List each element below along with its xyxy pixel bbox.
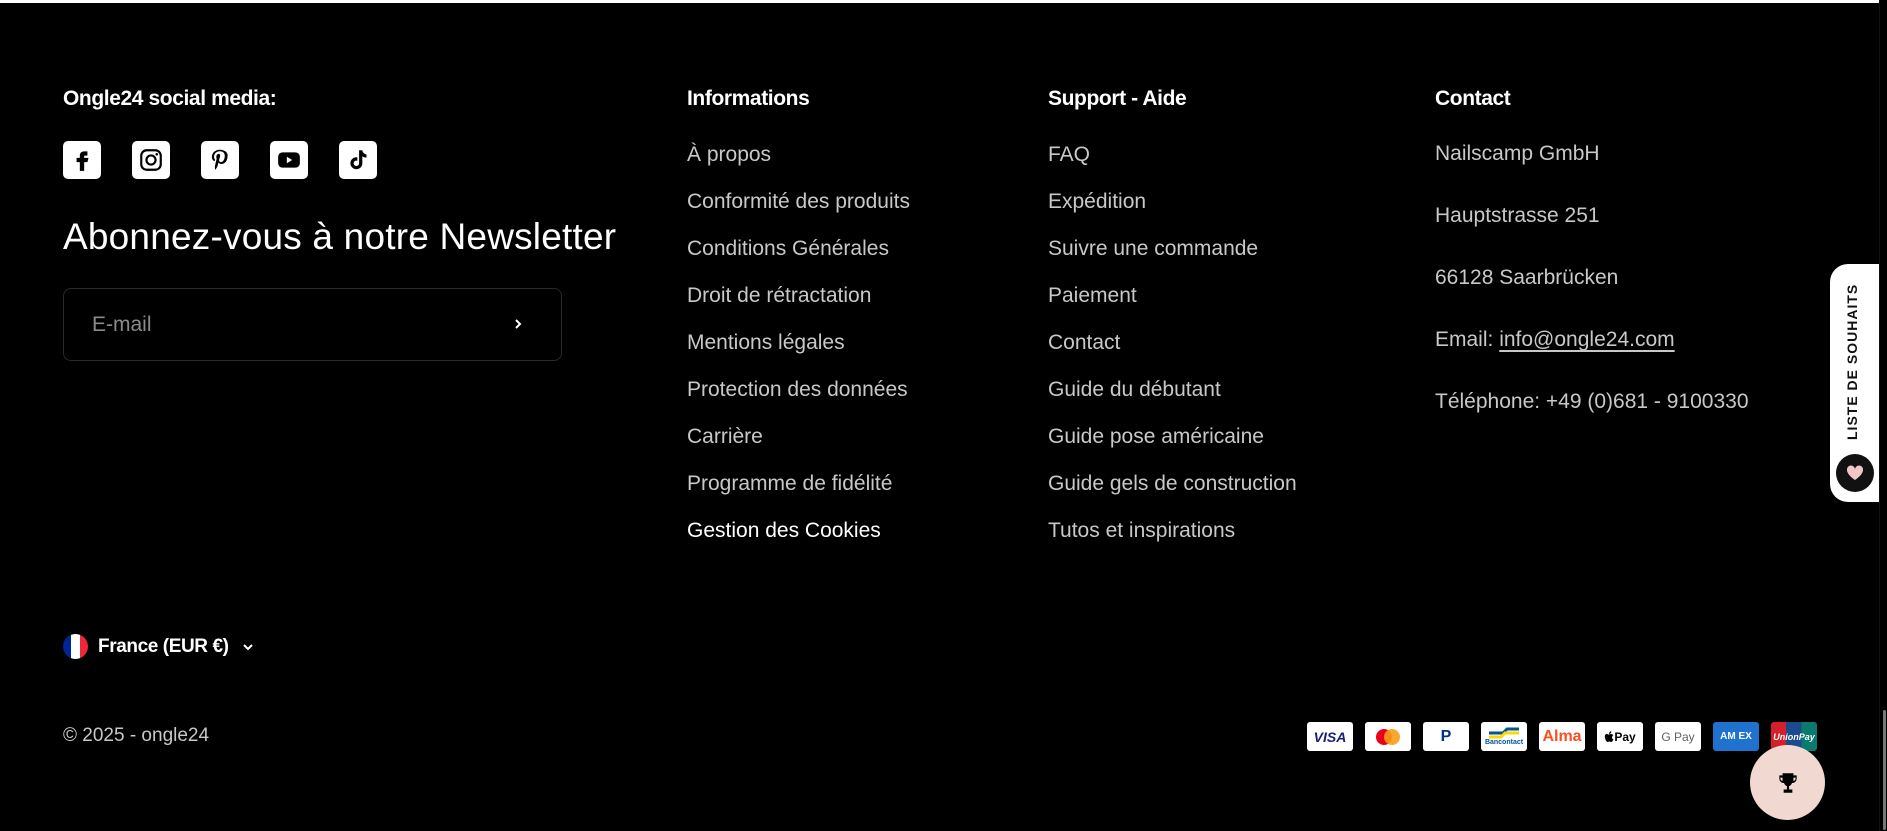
newsletter-form <box>63 288 562 361</box>
contact-email-link[interactable]: info@ongle24.com <box>1499 328 1674 351</box>
newsletter-submit-button[interactable] <box>505 311 531 337</box>
footer-link-guide-gels[interactable]: Guide gels de construction <box>1048 460 1297 507</box>
instagram-icon[interactable] <box>132 141 170 179</box>
footer-link-carriere[interactable]: Carrière <box>687 413 910 460</box>
trophy-icon <box>1778 772 1797 793</box>
amex-icon: AM EX <box>1713 722 1759 751</box>
apple-pay-label: Pay <box>1614 729 1636 744</box>
support-heading: Support - Aide <box>1048 87 1187 110</box>
scrollbar[interactable] <box>1879 0 1887 831</box>
france-flag-icon <box>63 634 88 659</box>
copyright: © 2025 - ongle24 <box>63 725 210 746</box>
footer-link-suivre-commande[interactable]: Suivre une commande <box>1048 225 1297 272</box>
contact-column: Contact Nailscamp GmbH Hauptstrasse 251 … <box>1435 86 1749 433</box>
rewards-button[interactable] <box>1750 745 1825 820</box>
footer-link-retractation[interactable]: Droit de rétractation <box>687 272 910 319</box>
social-heading: Ongle24 social media: <box>63 87 277 110</box>
chevron-down-icon <box>242 643 253 650</box>
google-pay-icon: G Pay <box>1655 722 1701 751</box>
footer-link-tutos[interactable]: Tutos et inspirations <box>1048 507 1297 554</box>
scrollbar-thumb[interactable] <box>1883 710 1886 830</box>
top-divider <box>0 0 1887 3</box>
wishlist-label: LISTE DE SOUHAITS <box>1844 283 1860 440</box>
footer-link-conformite[interactable]: Conformité des produits <box>687 178 910 225</box>
footer-link-paiement[interactable]: Paiement <box>1048 272 1297 319</box>
locale-selector[interactable]: France (EUR €) <box>63 634 255 659</box>
footer-link-contact[interactable]: Contact <box>1048 319 1297 366</box>
contact-heading: Contact <box>1435 87 1511 110</box>
footer-link-expedition[interactable]: Expédition <box>1048 178 1297 225</box>
footer-link-faq[interactable]: FAQ <box>1048 131 1297 178</box>
alma-icon: Alma <box>1539 722 1585 751</box>
locale-label: France (EUR €) <box>98 635 229 657</box>
apple-pay-icon: Pay <box>1597 722 1643 751</box>
footer-link-conditions[interactable]: Conditions Générales <box>687 225 910 272</box>
heart-icon <box>1836 454 1874 492</box>
footer-link-fidelite[interactable]: Programme de fidélité <box>687 460 910 507</box>
footer-link-guide-debutant[interactable]: Guide du débutant <box>1048 366 1297 413</box>
support-links: FAQ Expédition Suivre une commande Paiem… <box>1048 131 1297 554</box>
facebook-icon[interactable] <box>63 141 101 179</box>
support-column: Support - Aide FAQ Expédition Suivre une… <box>1048 86 1297 554</box>
email-input[interactable] <box>90 311 474 338</box>
visa-icon: VISA <box>1307 722 1353 751</box>
bancontact-label: Bancontact <box>1484 739 1524 746</box>
footer-link-cookies[interactable]: Gestion des Cookies <box>687 507 910 554</box>
chevron-right-icon <box>515 319 522 329</box>
wishlist-tab[interactable]: LISTE DE SOUHAITS <box>1830 264 1882 502</box>
contact-phone: Téléphone: +49 (0)681 - 9100330 <box>1435 390 1749 413</box>
footer-link-mentions[interactable]: Mentions légales <box>687 319 910 366</box>
youtube-icon[interactable] <box>270 141 308 179</box>
contact-email-row: Email: info@ongle24.com <box>1435 309 1749 371</box>
informations-column: Informations À propos Conformité des pro… <box>687 86 910 554</box>
bancontact-icon: Bancontact <box>1481 722 1527 751</box>
social-column: Ongle24 social media: Abonnez-vous à not… <box>63 86 616 361</box>
tiktok-icon[interactable] <box>339 141 377 179</box>
paypal-icon: P <box>1423 722 1469 751</box>
mastercard-icon <box>1365 722 1411 751</box>
contact-email-label: Email: <box>1435 328 1494 351</box>
contact-street: Hauptstrasse 251 <box>1435 204 1600 227</box>
pinterest-icon[interactable] <box>201 141 239 179</box>
newsletter-title: Abonnez-vous à notre Newsletter <box>63 216 617 257</box>
informations-links: À propos Conformité des produits Conditi… <box>687 131 910 554</box>
social-icons <box>63 141 616 179</box>
payment-methods: VISA P Bancontact Alma Pay G Pay AM EX U… <box>1307 722 1817 751</box>
footer-link-a-propos[interactable]: À propos <box>687 131 910 178</box>
contact-city: 66128 Saarbrücken <box>1435 266 1619 289</box>
footer-link-guide-americaine[interactable]: Guide pose américaine <box>1048 413 1297 460</box>
informations-heading: Informations <box>687 87 810 110</box>
contact-company: Nailscamp GmbH <box>1435 142 1600 165</box>
footer-link-protection[interactable]: Protection des données <box>687 366 910 413</box>
